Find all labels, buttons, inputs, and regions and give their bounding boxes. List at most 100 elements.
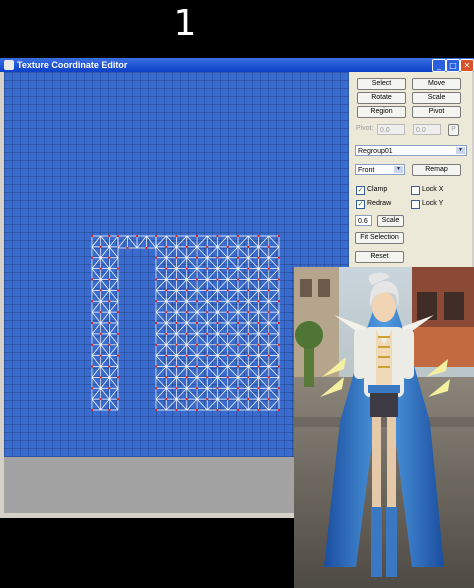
mesh-vertex[interactable] bbox=[108, 343, 111, 346]
mesh-vertex[interactable] bbox=[91, 256, 93, 259]
mesh-vertex[interactable] bbox=[175, 387, 178, 390]
mesh-vertex[interactable] bbox=[267, 332, 270, 335]
mesh-vertex[interactable] bbox=[237, 365, 239, 368]
mesh-vertex[interactable] bbox=[278, 365, 280, 368]
mesh-vertex[interactable] bbox=[117, 289, 119, 292]
mesh-vertex[interactable] bbox=[257, 387, 260, 390]
mesh-vertex[interactable] bbox=[206, 289, 209, 292]
mesh-vertex[interactable] bbox=[91, 278, 93, 281]
mesh-vertex[interactable] bbox=[216, 300, 219, 303]
mesh-vertex[interactable] bbox=[206, 245, 209, 248]
mesh-vertex[interactable] bbox=[108, 300, 111, 303]
mesh-vertex[interactable] bbox=[155, 235, 157, 237]
mesh-vertex[interactable] bbox=[247, 267, 250, 270]
mesh-vertex[interactable] bbox=[267, 245, 270, 248]
mesh-vertex[interactable] bbox=[278, 387, 280, 390]
mesh-vertex[interactable] bbox=[108, 278, 111, 281]
mesh-vertex[interactable] bbox=[165, 398, 168, 401]
mesh-vertex[interactable] bbox=[237, 235, 239, 237]
mesh-vertex[interactable] bbox=[278, 409, 280, 411]
minimize-button[interactable]: _ bbox=[432, 59, 446, 72]
mesh-vertex[interactable] bbox=[257, 322, 260, 324]
reset-button[interactable]: Reset bbox=[355, 251, 404, 263]
mesh-vertex[interactable] bbox=[91, 300, 93, 303]
mesh-vertex[interactable] bbox=[155, 387, 157, 390]
mesh-vertex[interactable] bbox=[175, 365, 178, 368]
mesh-vertex[interactable] bbox=[237, 322, 239, 324]
mesh-vertex[interactable] bbox=[136, 235, 138, 237]
mesh-vertex[interactable] bbox=[267, 354, 270, 357]
mesh-vertex[interactable] bbox=[117, 354, 119, 357]
mesh-vertex[interactable] bbox=[91, 235, 93, 237]
mesh-vertex[interactable] bbox=[196, 278, 198, 281]
mesh-vertex[interactable] bbox=[226, 354, 229, 357]
mesh-vertex[interactable] bbox=[117, 376, 119, 379]
mesh-vertex[interactable] bbox=[216, 256, 219, 259]
scale-mode-button[interactable]: Scale bbox=[412, 92, 461, 104]
mesh-vertex[interactable] bbox=[108, 256, 111, 259]
mesh-vertex[interactable] bbox=[108, 365, 111, 368]
mesh-vertex[interactable] bbox=[108, 322, 111, 324]
mesh-vertex[interactable] bbox=[165, 376, 168, 379]
mesh-vertex[interactable] bbox=[247, 245, 250, 248]
mesh-vertex[interactable] bbox=[91, 365, 93, 368]
group-dropdown[interactable]: Regroup01 ▼ bbox=[355, 145, 467, 156]
mesh-vertex[interactable] bbox=[226, 289, 229, 292]
mesh-vertex[interactable] bbox=[206, 354, 209, 357]
mesh-vertex[interactable] bbox=[145, 247, 148, 249]
mesh-vertex[interactable] bbox=[247, 289, 250, 292]
pivot-p-button[interactable]: P bbox=[448, 124, 459, 136]
mesh-vertex[interactable] bbox=[267, 311, 270, 314]
mesh-vertex[interactable] bbox=[267, 267, 270, 270]
mesh-vertex[interactable] bbox=[257, 300, 260, 303]
mesh-vertex[interactable] bbox=[226, 245, 229, 248]
mesh-vertex[interactable] bbox=[278, 322, 280, 324]
mesh-vertex[interactable] bbox=[185, 376, 188, 379]
mesh-vertex[interactable] bbox=[278, 343, 280, 346]
mesh-vertex[interactable] bbox=[216, 343, 219, 346]
mesh-vertex[interactable] bbox=[206, 267, 209, 270]
mesh-vertex[interactable] bbox=[237, 343, 239, 346]
mesh-vertex[interactable] bbox=[247, 354, 250, 357]
close-button[interactable]: ✕ bbox=[460, 59, 474, 72]
mesh-vertex[interactable] bbox=[126, 247, 129, 249]
mesh-vertex[interactable] bbox=[196, 387, 198, 390]
mesh-vertex[interactable] bbox=[155, 300, 157, 303]
mesh-vertex[interactable] bbox=[155, 343, 157, 346]
mesh-vertex[interactable] bbox=[91, 387, 93, 390]
mesh-vertex[interactable] bbox=[185, 267, 188, 270]
redraw-checkbox[interactable]: ✓ bbox=[356, 200, 365, 209]
mesh-vertex[interactable] bbox=[165, 267, 168, 270]
fit-selection-button[interactable]: Fit Selection bbox=[355, 232, 404, 244]
mesh-vertex[interactable] bbox=[99, 376, 102, 379]
mesh-vertex[interactable] bbox=[175, 278, 178, 281]
mesh-vertex[interactable] bbox=[155, 322, 157, 324]
chevron-down-icon[interactable]: ▼ bbox=[456, 147, 465, 154]
mesh-vertex[interactable] bbox=[237, 256, 239, 259]
mesh-vertex[interactable] bbox=[196, 365, 198, 368]
clamp-checkbox[interactable]: ✓ bbox=[356, 186, 365, 195]
mesh-vertex[interactable] bbox=[117, 235, 119, 237]
mesh-vertex[interactable] bbox=[99, 289, 102, 292]
mesh-vertex[interactable] bbox=[247, 332, 250, 335]
mesh-vertex[interactable] bbox=[155, 409, 157, 411]
mesh-vertex[interactable] bbox=[247, 376, 250, 379]
scale-value-field[interactable]: 0.6 bbox=[355, 215, 372, 226]
mesh-vertex[interactable] bbox=[247, 398, 250, 401]
pivot-button[interactable]: Pivot bbox=[412, 106, 461, 118]
view-dropdown[interactable]: Front ▼ bbox=[355, 164, 405, 175]
mesh-vertex[interactable] bbox=[196, 343, 198, 346]
mesh-vertex[interactable] bbox=[117, 267, 119, 270]
mesh-vertex[interactable] bbox=[216, 322, 219, 324]
mesh-vertex[interactable] bbox=[206, 311, 209, 314]
mesh-vertex[interactable] bbox=[278, 235, 280, 237]
scale-apply-button[interactable]: Scale bbox=[377, 215, 404, 227]
chevron-down-icon[interactable]: ▼ bbox=[394, 166, 403, 173]
mesh-vertex[interactable] bbox=[226, 267, 229, 270]
mesh-vertex[interactable] bbox=[216, 235, 219, 237]
mesh-vertex[interactable] bbox=[185, 398, 188, 401]
rotate-button[interactable]: Rotate bbox=[357, 92, 406, 104]
mesh-vertex[interactable] bbox=[216, 278, 219, 281]
title-bar[interactable]: Texture Coordinate Editor _ □ ✕ bbox=[0, 58, 474, 72]
mesh-vertex[interactable] bbox=[108, 387, 111, 390]
